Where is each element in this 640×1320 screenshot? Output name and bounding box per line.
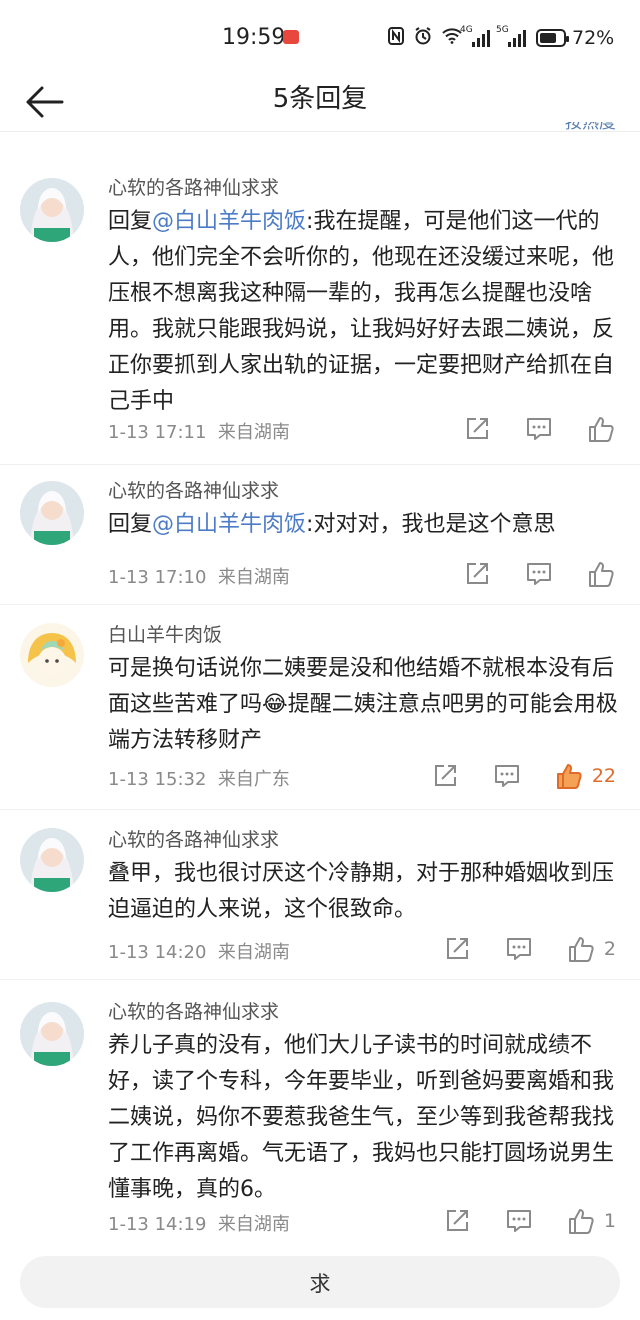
battery-indicator: 72% xyxy=(536,27,614,49)
share-icon[interactable] xyxy=(430,761,460,791)
comment-body: 叠甲，我也很讨厌这个冷静期，对于那种婚姻收到压迫逼迫的人来说，这个很致命。 xyxy=(108,861,615,922)
comment-username[interactable]: 白山羊牛肉饭 xyxy=(108,621,620,649)
signal-type-label-2: 5G xyxy=(496,25,509,35)
comment-time: 1-13 15:32 xyxy=(108,769,207,790)
comment-text: 回复@白山羊牛肉饭:我在提醒，可是他们这一代的人，他们完全不会听你的，他现在还没… xyxy=(108,204,620,420)
comment-item: 心软的各路神仙求求 养儿子真的没有，他们大儿子读书的时间就成绩不好，读了个专科，… xyxy=(0,980,640,1250)
comment-time: 1-13 17:11 xyxy=(108,422,207,443)
avatar[interactable] xyxy=(20,1002,84,1066)
comment-location: 来自湖南 xyxy=(217,567,290,588)
comment-item: 心软的各路神仙求求 回复@白山羊牛肉饭:对对对，我也是这个意思 1-13 17:… xyxy=(0,465,640,605)
comment-location: 来自湖南 xyxy=(217,1214,290,1235)
comment-time: 1-13 17:10 xyxy=(108,567,207,588)
comment-meta: 1-13 15:32 来自广东 xyxy=(108,765,290,791)
comment-item: 心软的各路神仙求求 回复@白山羊牛肉饭:我在提醒，可是他们这一代的人，他们完全不… xyxy=(0,160,640,465)
status-time: 19:59 xyxy=(222,25,286,50)
share-icon[interactable] xyxy=(442,934,472,964)
nfc-icon xyxy=(388,27,404,49)
share-icon[interactable] xyxy=(462,414,492,444)
comment-meta: 1-13 17:11 来自湖南 xyxy=(108,418,290,444)
cellular-signal-icon-2: 5G xyxy=(496,25,526,47)
comment-time: 1-13 14:19 xyxy=(108,1214,207,1235)
like-icon[interactable] xyxy=(586,414,616,444)
reply-prefix: 回复 xyxy=(108,209,153,234)
battery-icon xyxy=(536,29,569,47)
like-icon-active[interactable] xyxy=(554,761,584,791)
comment-icon[interactable] xyxy=(524,559,554,589)
avatar[interactable] xyxy=(20,623,84,687)
comment-meta: 1-13 14:19 来自湖南 xyxy=(108,1210,290,1236)
laughing-emoji-icon: 😂 xyxy=(262,692,288,717)
avatar[interactable] xyxy=(20,481,84,545)
comment-icon[interactable] xyxy=(504,1206,534,1236)
like-count: 1 xyxy=(603,1210,616,1232)
comment-username[interactable]: 心软的各路神仙求求 xyxy=(108,998,620,1026)
top-bar: 5条回复 xyxy=(0,72,640,132)
cellular-signal-icon: 4G xyxy=(460,25,490,47)
page-title: 5条回复 xyxy=(272,84,368,114)
mention-link[interactable]: @白山羊牛肉饭 xyxy=(152,512,306,537)
comment-location: 来自湖南 xyxy=(217,942,290,963)
comment-icon[interactable] xyxy=(504,934,534,964)
status-bar: 19:59 4G 5G 72% xyxy=(0,0,640,72)
comment-text: 回复@白山羊牛肉饭:对对对，我也是这个意思 xyxy=(108,507,620,543)
comment-item: 心软的各路神仙求求 叠甲，我也很讨厌这个冷静期，对于那种婚姻收到压迫逼迫的人来说… xyxy=(0,810,640,980)
sort-by-hot-toggle[interactable]: 按热度 xyxy=(565,122,616,140)
comment-meta: 1-13 14:20 来自湖南 xyxy=(108,938,290,964)
battery-percent: 72% xyxy=(572,27,615,49)
comment-text: 叠甲，我也很讨厌这个冷静期，对于那种婚姻收到压迫逼迫的人来说，这个很致命。 xyxy=(108,856,620,928)
comment-item: 白山羊牛肉饭 可是换句话说你二姨要是没和他结婚不就根本没有后面这些苦难了吗😂提醒… xyxy=(0,605,640,810)
comment-text: 可是换句话说你二姨要是没和他结婚不就根本没有后面这些苦难了吗😂提醒二姨注意点吧男… xyxy=(108,651,620,759)
notification-badge-icon xyxy=(283,30,299,44)
share-icon[interactable] xyxy=(462,559,492,589)
reply-input[interactable]: 求 xyxy=(20,1256,620,1308)
comment-username[interactable]: 心软的各路神仙求求 xyxy=(108,477,620,505)
comment-icon[interactable] xyxy=(492,761,522,791)
comment-body: :我在提醒，可是他们这一代的人，他们完全不会听你的，他现在还没缓过来呢，他压根不… xyxy=(108,209,615,414)
like-icon[interactable] xyxy=(586,559,616,589)
sort-label: 按热度 xyxy=(565,122,616,133)
comment-location: 来自广东 xyxy=(217,769,290,790)
comment-icon[interactable] xyxy=(524,414,554,444)
comment-body: :对对对，我也是这个意思 xyxy=(306,512,556,537)
avatar[interactable] xyxy=(20,828,84,892)
status-icons: 4G 5G 72% xyxy=(388,25,614,49)
mention-link[interactable]: @白山羊牛肉饭 xyxy=(152,209,306,234)
comment-time: 1-13 14:20 xyxy=(108,942,207,963)
comment-meta: 1-13 17:10 来自湖南 xyxy=(108,563,290,589)
comment-location: 来自湖南 xyxy=(217,422,290,443)
share-icon[interactable] xyxy=(442,1206,472,1236)
like-icon[interactable] xyxy=(566,934,596,964)
reply-placeholder: 求 xyxy=(309,1272,331,1296)
signal-type-label: 4G xyxy=(460,25,473,35)
comment-username[interactable]: 心软的各路神仙求求 xyxy=(108,174,620,202)
like-icon[interactable] xyxy=(566,1206,596,1236)
like-count: 22 xyxy=(591,765,616,787)
alarm-icon xyxy=(414,27,432,49)
like-count: 2 xyxy=(603,938,616,960)
comment-username[interactable]: 心软的各路神仙求求 xyxy=(108,826,620,854)
comment-body: 养儿子真的没有，他们大儿子读书的时间就成绩不好，读了个专科，今年要毕业，听到爸妈… xyxy=(108,1033,615,1202)
comment-text: 养儿子真的没有，他们大儿子读书的时间就成绩不好，读了个专科，今年要毕业，听到爸妈… xyxy=(108,1028,620,1208)
avatar[interactable] xyxy=(20,178,84,242)
reply-prefix: 回复 xyxy=(108,512,153,537)
wifi-icon xyxy=(442,28,462,48)
